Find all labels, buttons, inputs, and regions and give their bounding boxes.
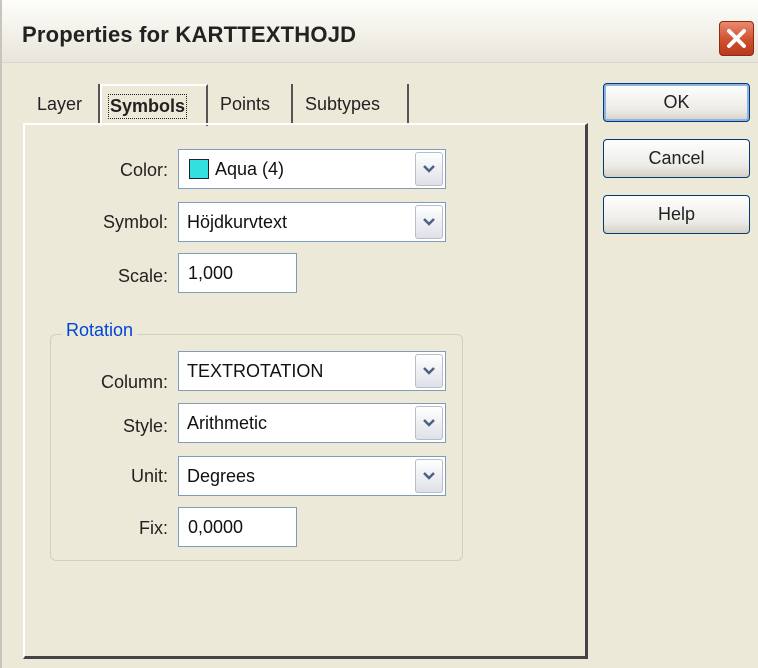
symbol-value: Höjdkurvtext — [187, 212, 288, 232]
title-bar[interactable]: Properties for KARTTEXTHOJD — [2, 0, 758, 63]
scale-input[interactable]: 1,000 — [178, 253, 297, 293]
unit-dropdown-button[interactable] — [415, 459, 443, 493]
tab-subtypes-label: Subtypes — [305, 94, 381, 114]
chevron-down-icon — [423, 419, 435, 427]
unit-label: Unit: — [130, 466, 168, 486]
chevron-down-icon — [423, 367, 435, 375]
column-value: TEXTROTATION — [187, 361, 324, 381]
color-dropdown[interactable]: Aqua (4) — [178, 149, 446, 189]
chevron-down-icon — [423, 472, 435, 480]
unit-dropdown[interactable]: Degrees — [178, 456, 446, 496]
style-label: Style: — [122, 416, 168, 436]
chevron-down-icon — [423, 218, 435, 226]
tab-points[interactable]: Points — [211, 86, 289, 124]
tab-subtypes[interactable]: Subtypes — [296, 86, 404, 124]
scale-value: 1,000 — [188, 263, 234, 283]
tab-divider — [407, 84, 409, 124]
style-dropdown[interactable]: Arithmetic — [178, 403, 446, 443]
symbol-dropdown-button[interactable] — [415, 205, 443, 239]
color-value: Aqua (4) — [215, 159, 285, 179]
unit-value: Degrees — [187, 466, 256, 486]
style-value: Arithmetic — [187, 413, 268, 433]
tab-symbols[interactable]: Symbols — [100, 84, 208, 126]
tab-layer[interactable]: Layer — [29, 86, 99, 124]
help-button[interactable]: Help — [603, 195, 750, 234]
tab-symbols-label: Symbols — [107, 94, 188, 119]
color-dropdown-button[interactable] — [415, 152, 443, 186]
symbol-label: Symbol: — [102, 212, 168, 232]
tab-divider — [291, 84, 293, 124]
color-swatch — [189, 159, 209, 179]
fix-input[interactable]: 0,0000 — [178, 507, 297, 547]
fix-value: 0,0000 — [188, 517, 244, 537]
column-dropdown-button[interactable] — [415, 354, 443, 388]
scale-label: Scale: — [117, 266, 168, 286]
close-icon — [727, 29, 746, 48]
symbol-dropdown[interactable]: Höjdkurvtext — [178, 202, 446, 242]
properties-dialog: Properties for KARTTEXTHOJD Layer Symbol… — [0, 0, 758, 668]
window-title: Properties for KARTTEXTHOJD — [22, 22, 357, 47]
rotation-group-title: Rotation — [62, 320, 138, 341]
tab-layer-label: Layer — [37, 94, 83, 114]
column-dropdown[interactable]: TEXTROTATION — [178, 351, 446, 391]
ok-button[interactable]: OK — [603, 83, 750, 122]
close-button[interactable] — [719, 21, 754, 56]
tab-points-label: Points — [220, 94, 271, 114]
column-label: Column: — [100, 372, 168, 392]
style-dropdown-button[interactable] — [415, 406, 443, 440]
chevron-down-icon — [423, 165, 435, 173]
color-label: Color: — [119, 160, 168, 180]
cancel-button[interactable]: Cancel — [603, 139, 750, 178]
fix-label: Fix: — [139, 518, 168, 538]
